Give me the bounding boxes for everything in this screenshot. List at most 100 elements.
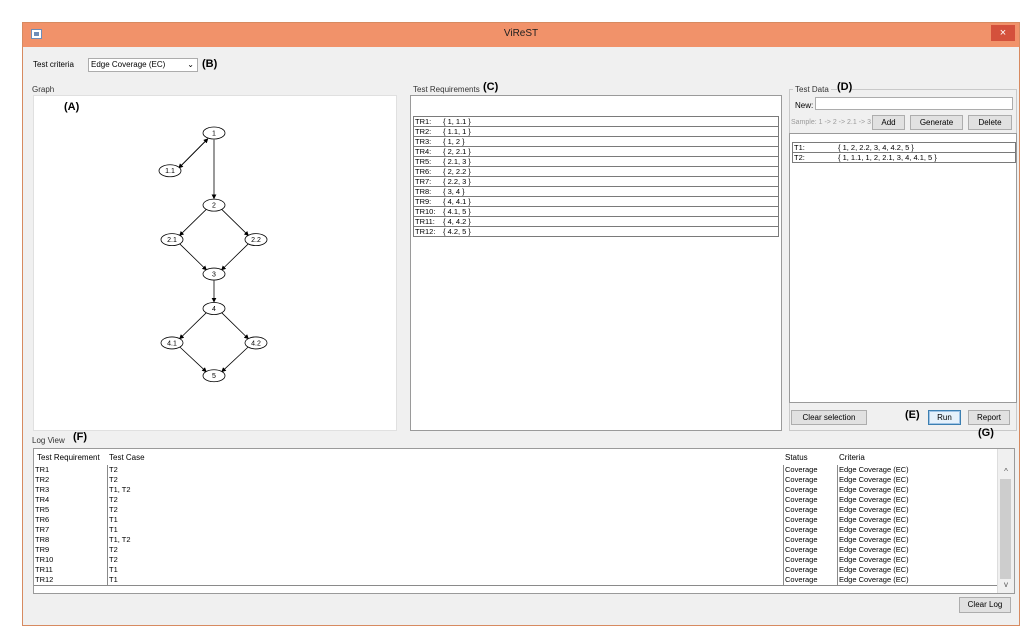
log-cell-test-case: T1 [107,515,118,525]
col-criteria[interactable]: Criteria [839,453,865,462]
log-cell-requirement: TR9 [35,545,50,554]
log-cell-requirement: TR2 [35,475,50,484]
callout-c: (C) [483,81,499,93]
graph-node-label: 2.2 [251,237,261,244]
test-requirement-value: { 1, 1.1 } [443,117,471,126]
scroll-thumb[interactable] [1000,479,1011,579]
test-requirement-value: { 2.1, 3 } [443,157,471,166]
log-cell-test-case: T1 [107,525,118,535]
graph-node[interactable]: 1 [202,126,226,140]
log-cell-requirement: TR11 [35,565,53,574]
log-cell-requirement: TR6 [35,515,50,524]
col-status[interactable]: Status [785,453,808,462]
log-scrollbar[interactable]: ^ v [997,449,1014,593]
log-cell-status: Coverage [783,475,818,485]
graph-node[interactable]: 4.2 [244,336,268,350]
log-cell-requirement: TR7 [35,525,50,534]
log-table: Test Requirement Test Case Status Criter… [33,448,1015,594]
log-cell-test-case: T2 [107,505,118,515]
graph-node[interactable]: 2.2 [244,233,268,247]
log-cell-requirement: TR1 [35,465,50,474]
clear-selection-button[interactable]: Clear selection [791,410,867,425]
graph-node[interactable]: 2.1 [160,233,184,247]
graph-node-label: 1 [212,131,216,138]
test-requirement-value: { 4.1, 5 } [443,207,471,216]
test-requirement-value: { 2, 2.1 } [443,147,471,156]
log-cell-requirement: TR8 [35,535,50,544]
log-cell-criteria: Edge Coverage (EC) [837,495,909,505]
criteria-value: Edge Coverage (EC) [91,60,166,69]
graph-node[interactable]: 1.1 [158,164,182,178]
graph-panel: (A) 1 1.1 2 2.1 2.2 3 4 4.1 4.2 5 [33,95,397,431]
graph-node-label: 5 [212,373,216,380]
log-cell-criteria: Edge Coverage (EC) [837,575,909,585]
log-cell-status: Coverage [783,535,818,545]
callout-f: (F) [73,431,88,443]
test-requirement-row[interactable]: TR12: { 4.2, 5 } [413,226,779,237]
log-cell-criteria: Edge Coverage (EC) [837,475,909,485]
log-cell-status: Coverage [783,505,818,515]
log-cell-status: Coverage [783,565,818,575]
graph-edge [221,346,249,373]
col-test-case[interactable]: Test Case [109,453,145,462]
sample-hint: Sample: 1 -> 2 -> 2.1 -> 3 [791,119,871,126]
graph-node[interactable]: 4 [202,302,226,315]
test-requirement-value: { 3, 4 } [443,187,465,196]
test-requirement-id: TR8: [415,187,432,196]
callout-g: (G) [978,427,994,439]
log-cell-criteria: Edge Coverage (EC) [837,565,909,575]
delete-button[interactable]: Delete [968,115,1012,130]
test-requirement-id: TR1: [415,117,432,126]
log-cell-test-case: T2 [107,545,118,555]
clear-log-button[interactable]: Clear Log [959,597,1011,613]
col-test-requirement[interactable]: Test Requirement [37,453,100,462]
log-cell-test-case: T1 [107,565,118,575]
close-button[interactable]: × [991,25,1015,41]
log-cell-test-case: T1 [107,575,118,585]
test-requirement-value: { 4, 4.2 } [443,217,471,226]
graph-node[interactable]: 5 [202,369,226,383]
test-data-row[interactable]: T2: { 1, 1.1, 1, 2, 2.1, 3, 4, 4.1, 5 } [792,152,1016,163]
log-cell-status: Coverage [783,485,818,495]
graph-node[interactable]: 4.1 [160,336,184,350]
graph-node-label: 1.1 [165,168,175,175]
test-requirement-id: TR4: [415,147,432,156]
test-data-id: T2: [794,153,805,162]
graph-node-label: 2 [212,203,216,210]
graph-node-label: 2.1 [167,237,177,244]
graph-node[interactable]: 2 [202,198,226,212]
add-button[interactable]: Add [872,115,905,130]
test-requirement-value: { 1.1, 1 } [443,127,471,136]
chevron-down-icon: ⌄ [187,60,194,69]
test-requirement-value: { 2, 2.2 } [443,167,471,176]
test-requirement-id: TR5: [415,157,432,166]
criteria-select[interactable]: Edge Coverage (EC) ⌄ [88,58,198,72]
test-requirement-value: { 1, 2 } [443,137,465,146]
generate-button[interactable]: Generate [910,115,963,130]
log-cell-status: Coverage [783,515,818,525]
new-test-input[interactable] [815,97,1013,110]
test-requirements-label: Test Requirements [413,85,480,94]
run-button[interactable]: Run [928,410,961,425]
log-cell-status: Coverage [783,525,818,535]
log-cell-requirement: TR10 [35,555,54,564]
log-cell-requirement: TR3 [35,485,50,494]
report-button[interactable]: Report [968,410,1010,425]
log-cell-criteria: Edge Coverage (EC) [837,535,909,545]
scroll-down-icon[interactable]: v [998,580,1014,592]
graph-label: Graph [32,85,55,94]
log-cell-status: Coverage [783,495,818,505]
log-cell-requirement: TR4 [35,495,50,504]
scroll-up-icon[interactable]: ^ [998,467,1014,479]
log-row[interactable]: TR12 T1 Coverage Edge Coverage (EC) [34,575,1000,586]
log-cell-test-case: T1, T2 [107,485,131,495]
test-requirement-value: { 2.2, 3 } [443,177,471,186]
test-requirement-id: TR12: [415,227,436,236]
graph-node[interactable]: 3 [202,267,226,281]
test-requirement-value: { 4, 4.1 } [443,197,471,206]
log-view-label: Log View [32,436,65,445]
log-table-header: Test Requirement Test Case Status Criter… [34,449,1000,466]
log-cell-criteria: Edge Coverage (EC) [837,515,909,525]
test-requirement-id: TR11: [415,217,435,226]
log-cell-status: Coverage [783,575,818,585]
